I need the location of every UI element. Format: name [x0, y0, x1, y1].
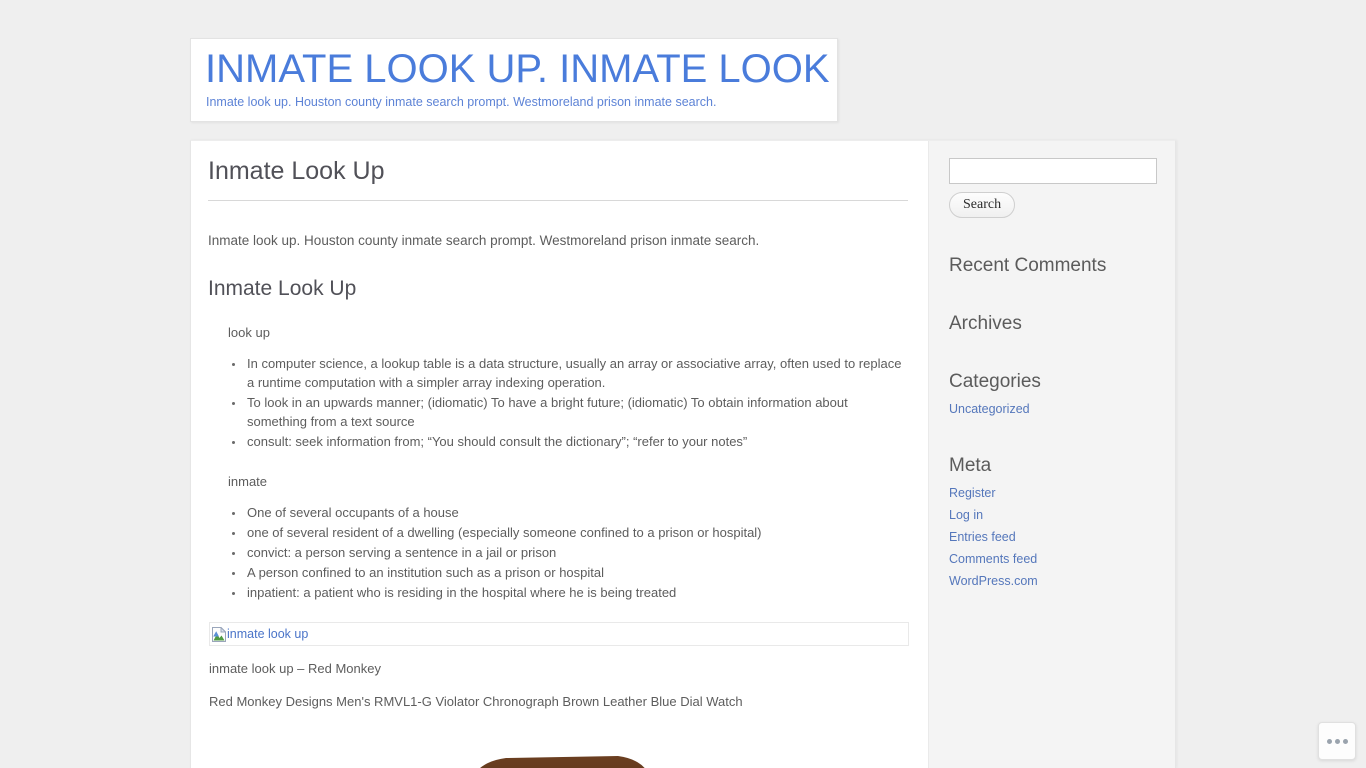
list-item: To look in an upwards manner; (idiomatic…: [245, 393, 908, 431]
ellipsis-icon-dot: [1342, 738, 1348, 744]
meta-link-register[interactable]: Register: [949, 482, 996, 504]
meta-link-wordpress[interactable]: WordPress.com: [949, 570, 1038, 592]
list-item: one of several resident of a dwelling (e…: [245, 523, 908, 542]
widget-title: Categories: [949, 371, 1041, 392]
list-item: Register: [949, 482, 1175, 504]
term-label-lookup: look up: [228, 325, 270, 340]
categories-list: Uncategorized: [949, 398, 1175, 420]
definition-list-lookup: In computer science, a lookup table is a…: [208, 354, 908, 451]
definition-list-inmate: One of several occupants of a house one …: [208, 503, 908, 602]
broken-image-placeholder[interactable]: inmate look up: [209, 622, 909, 646]
broken-image-alt-text: inmate look up: [227, 626, 309, 641]
search-input[interactable]: [949, 158, 1157, 184]
ellipsis-icon-dot: [1326, 738, 1332, 744]
widget-title: Meta: [949, 455, 992, 476]
meta-link-entries-feed[interactable]: Entries feed: [949, 526, 1016, 548]
broken-image-icon: [212, 625, 227, 642]
sidebar: Search Recent Comments Archives Categori…: [928, 141, 1175, 768]
widget-categories: Categories Uncategorized: [949, 370, 1175, 420]
site-title[interactable]: INMATE LOOK UP. INMATE LOOK: [205, 45, 830, 93]
search-button[interactable]: Search: [949, 192, 1016, 218]
term-label-inmate: inmate: [228, 474, 268, 489]
site-description: Inmate look up. Houston county inmate se…: [206, 95, 717, 109]
list-item: inpatient: a patient who is residing in …: [245, 583, 908, 602]
widget-meta: Meta Register Log in Entries feed Commen…: [949, 454, 1175, 592]
entry-intro-text: Inmate look up. Houston county inmate se…: [208, 233, 760, 248]
list-item: Comments feed: [949, 548, 1175, 570]
image-caption: inmate look up – Red Monkey: [209, 661, 381, 676]
meta-list: Register Log in Entries feed Comments fe…: [949, 482, 1175, 592]
category-link-uncategorized[interactable]: Uncategorized: [949, 398, 1030, 420]
ellipsis-icon-dot: [1334, 738, 1340, 744]
section-heading: Inmate Look Up: [208, 277, 357, 300]
site-header: INMATE LOOK UP. INMATE LOOK Inmate look …: [190, 38, 838, 122]
page-container: Inmate Look Up Inmate look up. Houston c…: [190, 140, 1176, 768]
list-item: consult: seek information from; “You sho…: [245, 432, 908, 451]
meta-link-login[interactable]: Log in: [949, 504, 983, 526]
widget-title: Recent Comments: [949, 255, 1107, 276]
meta-link-comments-feed[interactable]: Comments feed: [949, 548, 1037, 570]
list-item: One of several occupants of a house: [245, 503, 908, 522]
ellipsis-menu-button[interactable]: [1318, 722, 1356, 760]
widget-title: Archives: [949, 313, 1022, 334]
main-content: Inmate Look Up Inmate look up. Houston c…: [191, 141, 928, 768]
search-form: Search: [949, 158, 1175, 218]
list-item: In computer science, a lookup table is a…: [245, 354, 908, 392]
page-title: Inmate Look Up: [208, 156, 908, 201]
watch-product-photo: [208, 736, 908, 768]
list-item: WordPress.com: [949, 570, 1175, 592]
widget-archives: Archives: [949, 312, 1175, 336]
list-item: Entries feed: [949, 526, 1175, 548]
list-item: Uncategorized: [949, 398, 1175, 420]
list-item: A person confined to an institution such…: [245, 563, 908, 582]
list-item: convict: a person serving a sentence in …: [245, 543, 908, 562]
widget-recent-comments: Recent Comments: [949, 254, 1175, 278]
product-description: Red Monkey Designs Men's RMVL1-G Violato…: [209, 694, 743, 709]
list-item: Log in: [949, 504, 1175, 526]
